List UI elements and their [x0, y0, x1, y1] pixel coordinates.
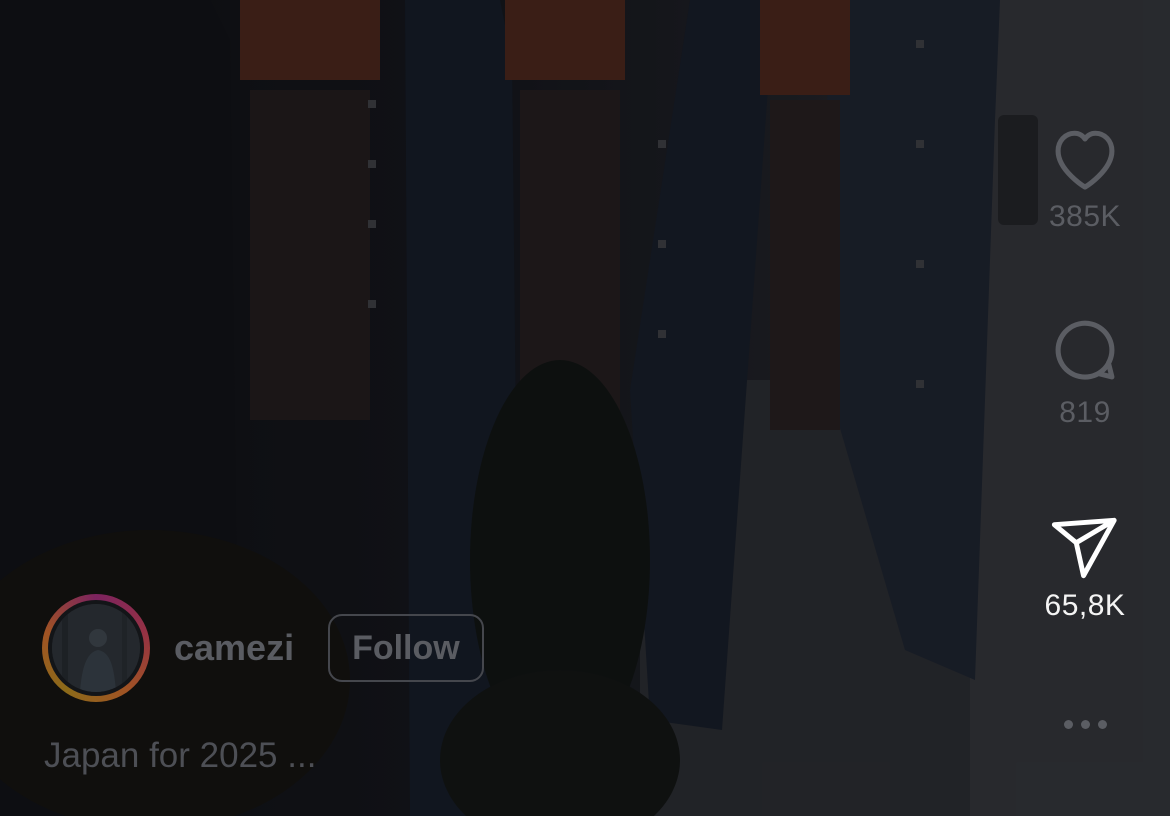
heart-icon: [1055, 130, 1115, 190]
reel-actions: 385K 819 65,8K: [1000, 0, 1170, 816]
reel-caption[interactable]: Japan for 2025 ...: [44, 736, 316, 776]
share-button[interactable]: 65,8K: [1000, 515, 1170, 623]
reel-author-row: camezi Follow: [42, 594, 484, 702]
author-username[interactable]: camezi: [174, 627, 294, 669]
reel-screen: 385K 819 65,8K camezi Follow Japan for 2…: [0, 0, 1170, 816]
share-count: 65,8K: [1044, 589, 1126, 622]
follow-button[interactable]: Follow: [328, 614, 484, 682]
avatar-person-photo: [52, 604, 140, 692]
more-options-button[interactable]: [1000, 720, 1170, 729]
like-count: 385K: [1048, 200, 1122, 233]
comment-button[interactable]: 819: [1000, 312, 1170, 430]
comment-count: 819: [1059, 396, 1111, 429]
like-button[interactable]: 385K: [1000, 122, 1170, 234]
avatar: [52, 604, 140, 692]
avatar-story-ring[interactable]: [42, 594, 150, 702]
paper-plane-icon: [1051, 517, 1117, 579]
more-horizontal-icon: [1000, 720, 1170, 729]
comment-bubble-icon: [1055, 320, 1115, 380]
